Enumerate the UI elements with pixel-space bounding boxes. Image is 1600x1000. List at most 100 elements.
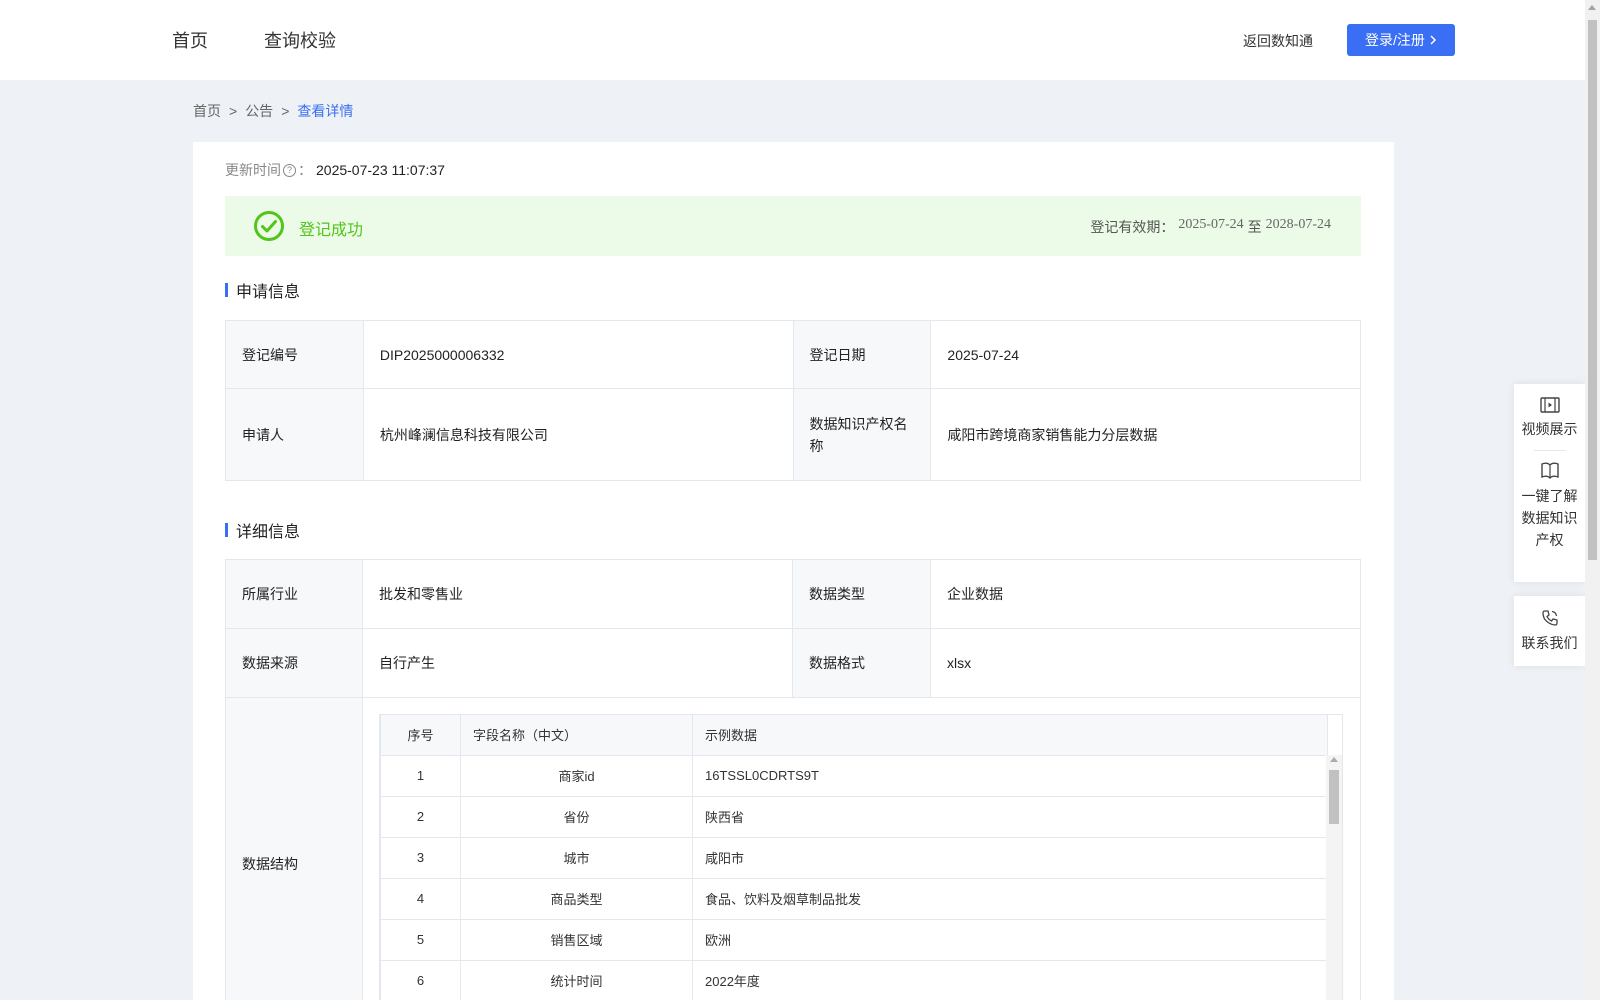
contact-us-button[interactable]: 联系我们 xyxy=(1514,596,1585,654)
col-header-index: 序号 xyxy=(380,715,461,756)
validity-label: 登记有效期： xyxy=(1090,219,1175,235)
page-scrollbar-thumb[interactable] xyxy=(1588,20,1597,560)
cell-example: 欧洲 xyxy=(692,918,1328,961)
table-row: 2 省份 陕西省 xyxy=(380,795,1328,838)
cell-index: 2 xyxy=(380,795,461,838)
value-reg-no: DIP2025000006332 xyxy=(362,320,794,389)
cell-example: 咸阳市 xyxy=(692,836,1328,879)
data-structure-scroll-area[interactable]: 序号 字段名称（中文） 示例数据 1 商家id 16TSSL0CDRTS9T 2… xyxy=(379,714,1343,1000)
validity-to: 至 xyxy=(1247,219,1262,235)
learn-ip-button[interactable]: 一键了解数据知识产权 xyxy=(1514,461,1585,551)
value-data-format: xlsx xyxy=(929,628,1362,698)
inner-scrollbar-thumb[interactable] xyxy=(1329,770,1339,824)
update-time-row: 更新时间 ? ： 2025-07-23 11:07:37 xyxy=(225,160,445,180)
section-title-apply: 申请信息 xyxy=(225,278,300,302)
check-circle-icon xyxy=(254,211,284,241)
page-scrollbar[interactable] xyxy=(1585,0,1600,1000)
breadcrumb-notice[interactable]: 公告 xyxy=(245,101,273,121)
cell-field-name: 销售区域 xyxy=(460,918,693,961)
learn-ip-label: 一键了解数据知识产权 xyxy=(1521,488,1578,548)
label-data-source: 数据来源 xyxy=(225,628,363,698)
value-data-source: 自行产生 xyxy=(362,628,793,698)
cell-index: 6 xyxy=(380,959,461,1000)
label-applicant: 申请人 xyxy=(225,388,364,481)
breadcrumb-current: 查看详情 xyxy=(297,103,354,119)
table-row: 数据来源 自行产生 数据格式 xlsx xyxy=(225,628,1362,698)
table-row: 登记编号 DIP2025000006332 登记日期 2025-07-24 xyxy=(225,320,1361,389)
cell-index: 1 xyxy=(380,754,461,797)
question-icon[interactable]: ? xyxy=(283,163,296,177)
table-header-row: 序号 字段名称（中文） 示例数据 xyxy=(380,715,1328,756)
video-icon xyxy=(1539,397,1560,413)
nav-home[interactable]: 首页 xyxy=(172,27,208,53)
status-text: 登记成功 xyxy=(299,222,364,239)
label-industry: 所属行业 xyxy=(225,559,363,629)
table-row: 申请人 杭州峰澜信息科技有限公司 数据知识产权名称 咸阳市跨境商家销售能力分层数… xyxy=(225,388,1361,481)
cell-example: 食品、饮料及烟草制品批发 xyxy=(692,877,1328,920)
cell-field-name: 城市 xyxy=(460,836,693,879)
update-time-label: 更新时间 xyxy=(225,162,281,178)
label-reg-date: 登记日期 xyxy=(792,320,932,389)
value-applicant: 杭州峰澜信息科技有限公司 xyxy=(362,388,794,481)
table-row: 3 城市 咸阳市 xyxy=(380,836,1328,879)
nav-query-verify[interactable]: 查询校验 xyxy=(264,27,336,53)
cell-field-name: 统计时间 xyxy=(460,959,693,1000)
update-time-value: 2025-07-23 11:07:37 xyxy=(316,162,445,178)
float-panel-contact: 联系我们 xyxy=(1514,596,1585,666)
table-row: 数据结构 序号 字段名称（中文） 示例数据 1 商家id 16TSSL0CDRT… xyxy=(225,697,1361,1000)
validity-end: 2028-07-24 xyxy=(1265,217,1331,232)
table-row: 4 商品类型 食品、饮料及烟草制品批发 xyxy=(380,877,1328,920)
breadcrumb: 首页 > 公告 > 查看详情 xyxy=(193,101,353,121)
book-icon xyxy=(1540,462,1559,479)
phone-icon xyxy=(1541,610,1558,626)
detail-card: 更新时间 ? ： 2025-07-23 11:07:37 登记成功 登记有效期：… xyxy=(193,142,1394,1000)
col-header-example: 示例数据 xyxy=(692,715,1328,756)
label-data-structure: 数据结构 xyxy=(225,697,363,1000)
status-banner: 登记成功 登记有效期： 2025-07-24 至 2028-07-24 xyxy=(225,196,1361,256)
cell-field-name: 商品类型 xyxy=(460,877,693,920)
table-row: 1 商家id 16TSSL0CDRTS9T xyxy=(380,754,1328,797)
chevron-right-icon xyxy=(1430,35,1436,45)
video-showcase-button[interactable]: 视频展示 xyxy=(1514,384,1585,440)
cell-index: 5 xyxy=(380,918,461,961)
section-title-detail: 详细信息 xyxy=(225,518,300,542)
inner-scrollbar[interactable] xyxy=(1326,755,1342,1000)
value-data-type: 企业数据 xyxy=(929,559,1362,629)
cell-index: 3 xyxy=(380,836,461,879)
validity-start: 2025-07-24 xyxy=(1178,217,1244,232)
top-navbar: 首页 查询校验 返回数知通 登录/注册 xyxy=(0,0,1585,80)
breadcrumb-separator: > xyxy=(281,103,290,119)
label-reg-no: 登记编号 xyxy=(225,320,364,389)
cell-example: 陕西省 xyxy=(692,795,1328,838)
table-row: 6 统计时间 2022年度 xyxy=(380,959,1328,1000)
apply-info-table: 登记编号 DIP2025000006332 登记日期 2025-07-24 申请… xyxy=(225,320,1361,481)
value-ip-name: 咸阳市跨境商家销售能力分层数据 xyxy=(930,388,1361,481)
float-panel-top: 视频展示 一键了解数据知识产权 xyxy=(1514,384,1585,582)
update-time-colon: ： xyxy=(298,162,312,178)
detail-info-table: 所属行业 批发和零售业 数据类型 企业数据 数据来源 自行产生 数据格式 xls… xyxy=(225,559,1362,1000)
table-row: 所属行业 批发和零售业 数据类型 企业数据 xyxy=(225,559,1362,629)
scroll-up-arrow-icon[interactable] xyxy=(1330,757,1338,762)
breadcrumb-separator: > xyxy=(229,103,238,119)
divider xyxy=(1533,450,1566,451)
table-row: 5 销售区域 欧洲 xyxy=(380,918,1328,961)
contact-us-label: 联系我们 xyxy=(1521,635,1578,651)
label-data-type: 数据类型 xyxy=(791,559,931,629)
cell-field-name: 省份 xyxy=(460,795,693,838)
value-industry: 批发和零售业 xyxy=(362,559,793,629)
login-label: 登录/注册 xyxy=(1365,32,1425,48)
back-link[interactable]: 返回数知通 xyxy=(1243,31,1313,51)
cell-index: 4 xyxy=(380,877,461,920)
validity-period: 登记有效期： 2025-07-24 至 2028-07-24 xyxy=(1090,217,1331,237)
cell-field-name: 商家id xyxy=(460,754,693,797)
breadcrumb-home[interactable]: 首页 xyxy=(193,101,221,121)
login-register-button[interactable]: 登录/注册 xyxy=(1347,24,1455,56)
cell-example: 16TSSL0CDRTS9T xyxy=(692,754,1328,797)
data-structure-table: 序号 字段名称（中文） 示例数据 1 商家id 16TSSL0CDRTS9T 2… xyxy=(380,715,1328,1000)
label-ip-name: 数据知识产权名称 xyxy=(792,388,932,481)
data-structure-cell: 序号 字段名称（中文） 示例数据 1 商家id 16TSSL0CDRTS9T 2… xyxy=(362,697,1361,1000)
label-data-format: 数据格式 xyxy=(791,628,931,698)
value-reg-date: 2025-07-24 xyxy=(930,320,1361,389)
video-showcase-label: 视频展示 xyxy=(1521,421,1578,437)
scroll-up-arrow-icon[interactable] xyxy=(1588,5,1596,10)
